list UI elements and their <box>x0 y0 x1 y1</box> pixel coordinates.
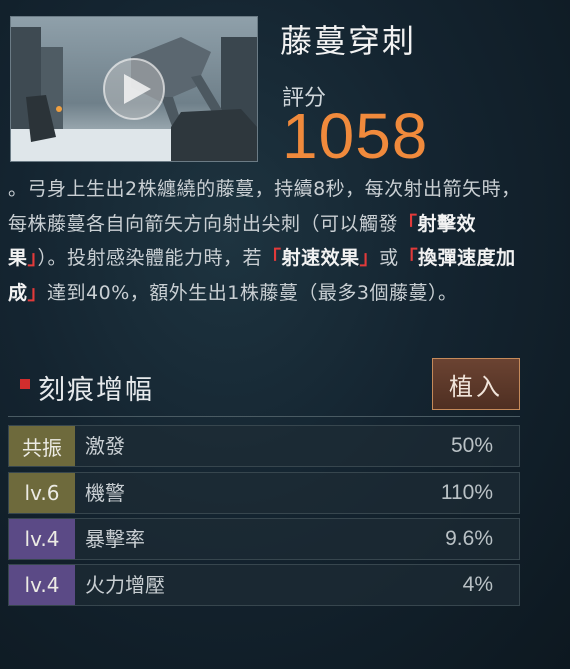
stat-badge: lv.4 <box>9 519 75 559</box>
quote-open: 「 <box>398 212 418 235</box>
stat-name: 機警 <box>85 481 125 505</box>
quote-open: 「 <box>398 247 419 269</box>
quote-close: 」 <box>359 247 380 269</box>
stat-row[interactable]: lv.6 機警 110% <box>8 472 520 514</box>
stat-value: 110% <box>440 481 493 504</box>
stat-badge: lv.4 <box>9 565 75 605</box>
skill-title: 藤蔓穿刺 <box>280 22 417 60</box>
quote-close: 」 <box>27 247 38 269</box>
quote-open: 「 <box>262 247 282 269</box>
stat-row[interactable]: lv.4 暴擊率 9.6% <box>8 518 520 560</box>
equip-button[interactable]: 植入 <box>432 358 520 410</box>
stat-name: 暴擊率 <box>85 527 145 551</box>
desc-part-2: ）。投射感染體能力時，若 <box>37 247 263 269</box>
score-value: 1058 <box>282 100 429 172</box>
stat-badge: 共振 <box>9 426 75 466</box>
stat-row[interactable]: lv.4 火力增壓 4% <box>8 564 520 606</box>
desc-part-3: 或 <box>379 247 399 269</box>
imprint-section-title: 刻痕增幅 <box>18 368 154 407</box>
stat-value: 4% <box>462 573 493 596</box>
stat-name: 激發 <box>85 434 125 458</box>
stat-name: 火力增壓 <box>85 573 165 597</box>
skill-description: 。弓身上生出2株纏繞的藤蔓，持續8秒，每次射出箭矢時，每株藤蔓各自向箭矢方向射出… <box>8 172 528 310</box>
desc-part-4: 達到40%，額外生出1株藤蔓（最多3個藤蔓）。 <box>47 281 458 304</box>
skill-video-thumbnail[interactable] <box>10 16 258 162</box>
keyword-fire-rate-effect: 射速效果 <box>281 247 360 269</box>
imprint-title-text: 刻痕增幅 <box>38 375 154 406</box>
stat-row[interactable]: 共振 激發 50% <box>8 425 520 467</box>
stat-badge: lv.6 <box>9 473 75 513</box>
section-divider <box>8 416 520 417</box>
quote-close: 」 <box>27 281 48 304</box>
stat-value: 9.6% <box>445 527 493 550</box>
stat-value: 50% <box>450 434 493 457</box>
